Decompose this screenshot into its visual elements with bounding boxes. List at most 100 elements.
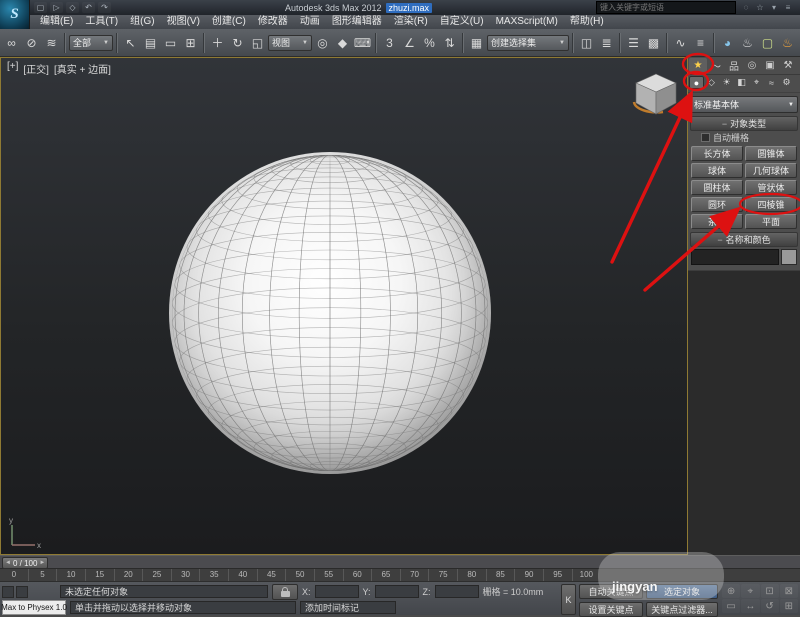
select-manipulate-icon[interactable]: ◆: [333, 32, 352, 54]
teapot-button[interactable]: 茶壶: [691, 214, 743, 229]
plane-button[interactable]: 平面: [745, 214, 797, 229]
select-scale-icon[interactable]: ◱: [248, 32, 267, 54]
edit-named-sets-icon[interactable]: ▦: [467, 32, 486, 54]
object-color-swatch[interactable]: [781, 249, 797, 265]
shapes-button[interactable]: ◇: [704, 76, 719, 89]
material-editor-icon[interactable]: ◕: [718, 32, 737, 54]
menu-item[interactable]: 编辑(E): [34, 15, 79, 29]
tube-button[interactable]: 管状体: [745, 180, 797, 195]
pan-icon[interactable]: ↔: [741, 599, 759, 613]
zoom-all-icon[interactable]: ⌖: [741, 584, 759, 598]
create-tab[interactable]: ★: [689, 58, 707, 73]
zoom-extents-all-icon[interactable]: ⊠: [780, 584, 798, 598]
time-slider-track[interactable]: ◄ 0 / 100 ►: [0, 555, 800, 569]
menu-item[interactable]: 自定义(U): [434, 15, 490, 29]
align-icon[interactable]: ≣: [597, 32, 616, 54]
track-bar[interactable]: 0 5 10 15 20 25 30 35 40 45 50 55 60 65 70 75 80 85 90 95 10…: [0, 568, 800, 581]
auto-key-button[interactable]: 自动关键点: [579, 584, 643, 599]
rendered-frame-icon[interactable]: ▢: [758, 32, 777, 54]
previous-frame-icon[interactable]: ◄: [5, 560, 11, 566]
search-input[interactable]: [596, 1, 736, 14]
layer-manager-icon[interactable]: ☰: [624, 32, 643, 54]
redo-icon[interactable]: ↷: [98, 2, 111, 13]
select-and-link-icon[interactable]: ∞: [2, 32, 21, 54]
angle-snap-icon[interactable]: ∠: [400, 32, 419, 54]
helpers-button[interactable]: ⌖: [749, 76, 764, 89]
spacewarps-button[interactable]: ≈: [764, 76, 779, 89]
lights-button[interactable]: ☀: [719, 76, 734, 89]
render-setup-icon[interactable]: ♨: [738, 32, 757, 54]
keyboard-override-icon[interactable]: ⌨: [353, 32, 372, 54]
named-selection-sets-dropdown[interactable]: 创建选择集 ▼: [487, 34, 569, 51]
viewcube[interactable]: [631, 70, 681, 118]
render-production-icon[interactable]: ♨: [778, 32, 797, 54]
geometry-button[interactable]: ●: [689, 76, 704, 89]
geosphere-button[interactable]: 几何球体: [745, 163, 797, 178]
next-frame-icon[interactable]: ►: [39, 560, 45, 566]
window-crossing-icon[interactable]: ⊞: [181, 32, 200, 54]
use-pivot-center-icon[interactable]: ◎: [313, 32, 332, 54]
autogrid-checkbox[interactable]: [701, 133, 710, 142]
selection-region-icon[interactable]: ▭: [161, 32, 180, 54]
y-coordinate-input[interactable]: [374, 585, 419, 598]
star-icon[interactable]: ☆: [754, 2, 766, 13]
menu-item[interactable]: 创建(C): [206, 15, 252, 29]
set-keys-button[interactable]: K: [561, 584, 576, 615]
snap-toggle-icon[interactable]: 3: [380, 32, 399, 54]
plugin-button[interactable]: Max to Physex 1.0: [1, 600, 67, 615]
utilities-tab[interactable]: ⚒: [779, 58, 797, 73]
app-logo[interactable]: S: [0, 0, 30, 29]
cylinder-button[interactable]: 圆柱体: [691, 180, 743, 195]
box-button[interactable]: 长方体: [691, 146, 743, 161]
select-by-name-icon[interactable]: ▤: [141, 32, 160, 54]
modify-tab[interactable]: 〜: [707, 58, 725, 73]
rollout-object-type[interactable]: − 对象类型: [690, 116, 798, 131]
spinner-snap-icon[interactable]: ⇅: [440, 32, 459, 54]
menu-item[interactable]: 视图(V): [161, 15, 206, 29]
graphite-ribbon-icon[interactable]: ▩: [644, 32, 663, 54]
zoom-region-icon[interactable]: ▭: [722, 599, 740, 613]
viewport-shading-menu[interactable]: [真实 + 边面]: [54, 61, 111, 76]
hierarchy-tab[interactable]: 品: [725, 58, 743, 73]
orbit-icon[interactable]: ↺: [761, 599, 779, 613]
zoom-icon[interactable]: ⊕: [722, 584, 740, 598]
motion-tab[interactable]: ◎: [743, 58, 761, 73]
x-coordinate-input[interactable]: [314, 585, 359, 598]
open-file-icon[interactable]: ▷: [50, 2, 63, 13]
dropdown-caret-icon[interactable]: ▾: [768, 2, 780, 13]
torus-button[interactable]: 圆环: [691, 197, 743, 212]
menu-item[interactable]: 帮助(H): [564, 15, 610, 29]
select-rotate-icon[interactable]: ↻: [228, 32, 247, 54]
menu-item[interactable]: 修改器: [252, 15, 294, 29]
systems-button[interactable]: ⚙: [779, 76, 794, 89]
add-time-tag[interactable]: 添加时间标记: [300, 601, 396, 614]
selection-lock-toggle[interactable]: [272, 583, 298, 600]
menu-item[interactable]: 渲染(R): [388, 15, 434, 29]
search-icon[interactable]: ◌: [740, 2, 752, 13]
unlink-selection-icon[interactable]: ⊘: [22, 32, 41, 54]
object-name-input[interactable]: [691, 249, 779, 265]
maximize-viewport-icon[interactable]: ⊞: [780, 599, 798, 613]
sphere-object[interactable]: [169, 152, 491, 474]
cameras-button[interactable]: ◧: [734, 76, 749, 89]
maxscript-mini-listener[interactable]: [0, 585, 56, 598]
cone-button[interactable]: 圆锥体: [745, 146, 797, 161]
viewport[interactable]: [+] [正交] [真实 + 边面] x y: [0, 57, 688, 555]
zoom-extents-icon[interactable]: ⊡: [761, 584, 779, 598]
category-dropdown[interactable]: 标准基本体 ▼: [690, 96, 798, 113]
time-slider-handle[interactable]: ◄ 0 / 100 ►: [2, 557, 49, 569]
new-file-icon[interactable]: ▢: [34, 2, 47, 13]
reference-coordinate-dropdown[interactable]: 视图 ▼: [268, 34, 312, 51]
curve-editor-icon[interactable]: ∿: [671, 32, 690, 54]
display-tab[interactable]: ▣: [761, 58, 779, 73]
sphere-button[interactable]: 球体: [691, 163, 743, 178]
menu-item[interactable]: MAXScript(M): [490, 15, 564, 29]
menu-item[interactable]: 组(G): [124, 15, 160, 29]
save-file-icon[interactable]: ◇: [66, 2, 79, 13]
pyramid-button[interactable]: 四棱锥: [745, 197, 797, 212]
bind-to-spacewarp-icon[interactable]: ≋: [42, 32, 61, 54]
mirror-icon[interactable]: ◫: [577, 32, 596, 54]
selection-filter-dropdown[interactable]: 全部 ▼: [69, 34, 113, 51]
select-object-icon[interactable]: ↖: [121, 32, 140, 54]
menu-item[interactable]: 动画: [294, 15, 326, 29]
